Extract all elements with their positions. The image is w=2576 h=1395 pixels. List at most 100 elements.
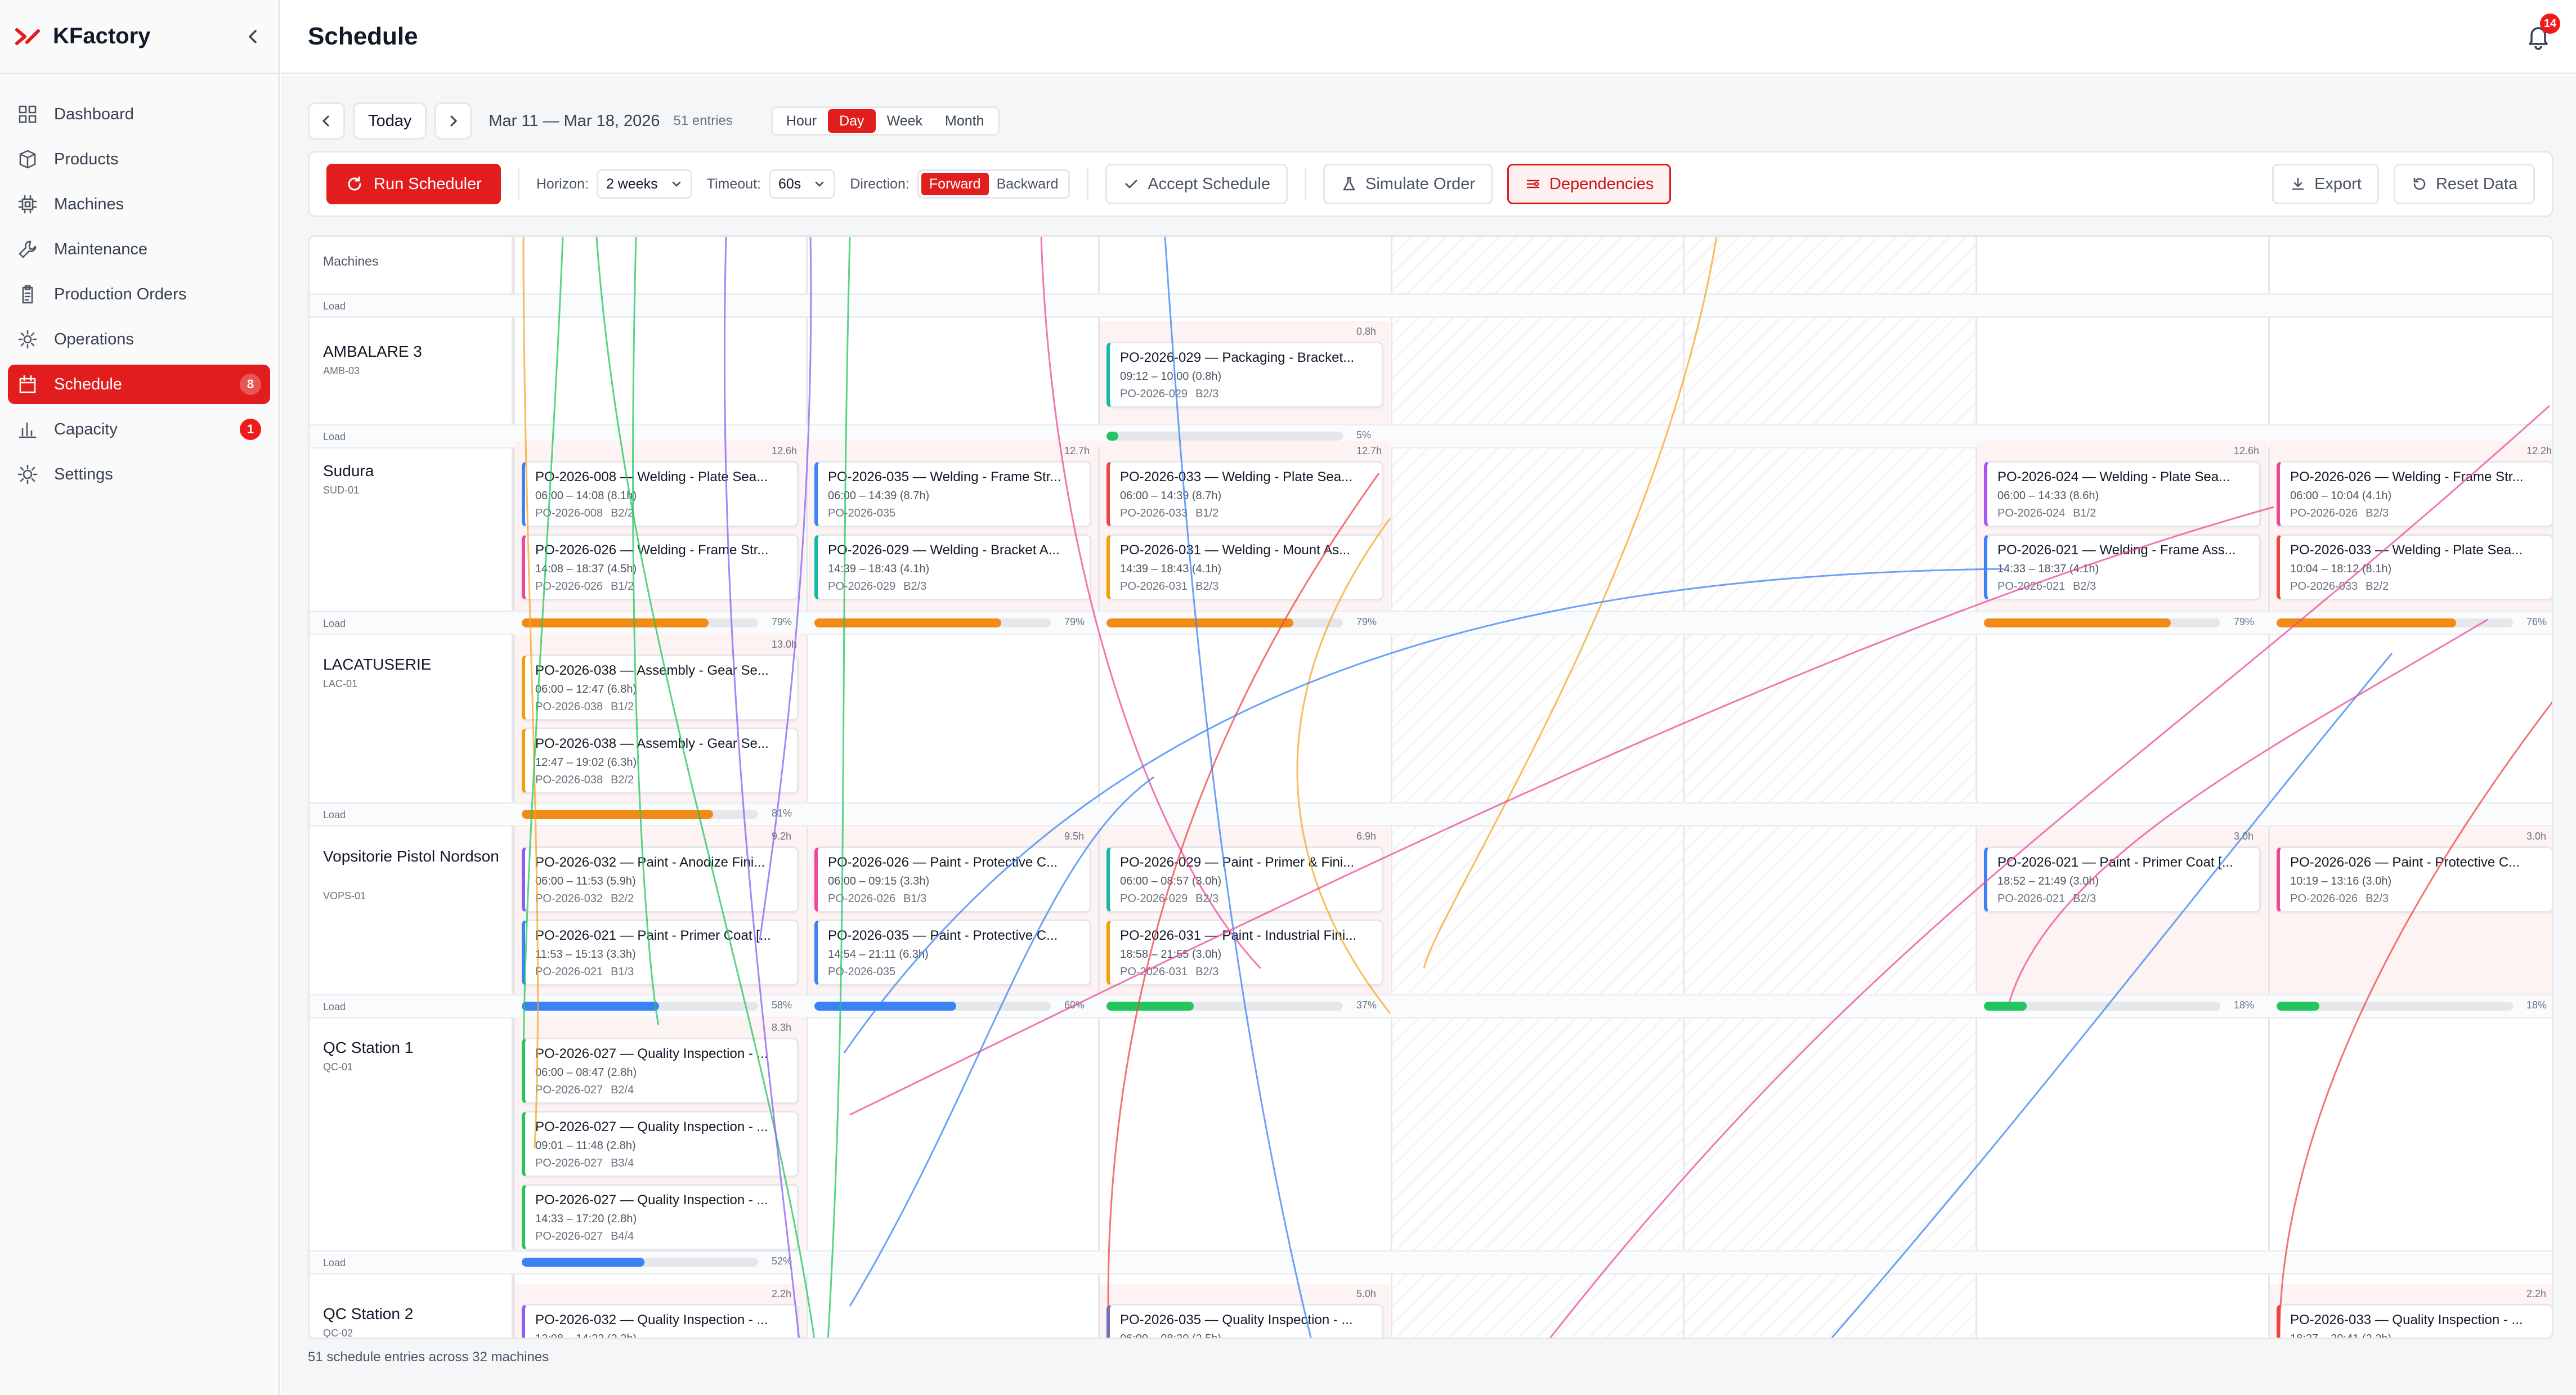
entry-batch: B2/2 [611, 507, 634, 519]
entry-po: PO-2026-038 [535, 774, 603, 786]
schedule-entry-card[interactable]: PO-2026-029 — Welding - Bracket A... 14:3… [814, 534, 1091, 600]
run-scheduler-button[interactable]: Run Scheduler [326, 164, 501, 204]
schedule-entry-card[interactable]: PO-2026-038 — Assembly - Gear Se... 06:00… [522, 654, 799, 721]
cell-total-hours: 6.9h [1356, 831, 1377, 842]
entry-batch: B2/3 [1195, 388, 1219, 400]
sidebar-item-capacity[interactable]: Capacity 1 [8, 410, 270, 449]
entry-title: PO-2026-032 — Paint - Anodize Fini... [535, 855, 765, 870]
schedule-entry-card[interactable]: PO-2026-026 — Paint - Protective C... 06:… [814, 846, 1091, 913]
cell-total-hours: 2.2h [2526, 1288, 2547, 1299]
direction-backward-button[interactable]: Backward [989, 173, 1067, 195]
date-range: Mar 11 — Mar 18, 2026 [489, 111, 660, 130]
schedule-entry-card[interactable]: PO-2026-033 — Quality Inspection - ... 18… [2277, 1304, 2552, 1338]
entry-po: PO-2026-029 [828, 580, 896, 593]
today-button[interactable]: Today [353, 102, 427, 140]
schedule-entry-card[interactable]: PO-2026-026 — Welding - Frame Str... 06:0… [2277, 461, 2552, 527]
machine-code: VOPS-01 [323, 890, 366, 901]
simulate-order-button[interactable]: Simulate Order [1323, 164, 1493, 204]
export-button[interactable]: Export [2272, 164, 2379, 204]
cell-total-hours: 12.6h [2234, 445, 2260, 456]
load-percent: 58% [772, 999, 792, 1011]
entry-batch: B1/2 [1195, 507, 1219, 519]
entry-title: PO-2026-021 — Paint - Primer Coat [... [535, 928, 771, 943]
load-percent: 52% [772, 1255, 792, 1267]
direction-forward-button[interactable]: Forward [921, 173, 989, 195]
view-day-button[interactable]: Day [828, 109, 876, 133]
entry-po: PO-2026-008 [535, 507, 603, 519]
horizon-value: 2 weeks [606, 176, 658, 192]
chevron-down-icon [672, 181, 680, 187]
schedule-entry-card[interactable]: PO-2026-021 — Paint - Primer Coat [... 11… [522, 919, 799, 986]
schedule-entry-card[interactable]: PO-2026-031 — Welding - Mount As... 14:39… [1106, 534, 1383, 600]
collapse-sidebar-icon[interactable] [242, 25, 265, 48]
schedule-entry-card[interactable]: PO-2026-031 — Paint - Industrial Fini...… [1106, 919, 1383, 986]
reset-data-button[interactable]: Reset Data [2393, 164, 2535, 204]
load-percent: 79% [1356, 616, 1377, 627]
weekend-hatch [1685, 237, 1975, 1338]
sidebar-item-label: Machines [54, 195, 124, 213]
schedule-entry-card[interactable]: PO-2026-029 — Packaging - Bracket... 09:1… [1106, 342, 1383, 408]
schedule-entry-card[interactable]: PO-2026-032 — Paint - Anodize Fini... 06:… [522, 846, 799, 913]
schedule-entry-card[interactable]: PO-2026-027 — Quality Inspection - ... 14… [522, 1184, 799, 1250]
dependencies-label: Dependencies [1549, 174, 1654, 193]
accept-schedule-button[interactable]: Accept Schedule [1105, 164, 1288, 204]
sidebar-item-operations[interactable]: Operations [8, 320, 270, 359]
sidebar-item-machines[interactable]: Machines [8, 185, 270, 224]
schedule-entry-card[interactable]: PO-2026-027 — Quality Inspection - ... 09… [522, 1111, 799, 1177]
schedule-entry-card[interactable]: PO-2026-029 — Paint - Primer & Fini... 06… [1106, 846, 1383, 913]
schedule-entry-card[interactable]: PO-2026-033 — Welding - Plate Sea... 10:0… [2277, 534, 2552, 600]
sidebar-item-products[interactable]: Products [8, 140, 270, 179]
sidebar-item-maintenance[interactable]: Maintenance [8, 230, 270, 269]
schedule-entry-card[interactable]: PO-2026-021 — Welding - Frame Ass... 14:3… [1984, 534, 2261, 600]
day-column-divider [1975, 237, 1977, 1338]
schedule-entry-card[interactable]: PO-2026-021 — Paint - Primer Coat [... 18… [1984, 846, 2261, 913]
entry-batch: B2/3 [1195, 966, 1219, 978]
sidebar-item-label: Settings [54, 465, 113, 483]
schedule-entry-card[interactable]: PO-2026-008 — Welding - Plate Sea... 06:0… [522, 461, 799, 527]
sidebar-item-label: Capacity [54, 420, 118, 438]
view-hour-button[interactable]: Hour [775, 109, 828, 133]
entry-title: PO-2026-026 — Paint - Protective C... [2290, 855, 2520, 870]
horizon-select[interactable]: 2 weeks [596, 169, 692, 199]
day-column-divider [2268, 237, 2270, 1338]
schedule-entry-card[interactable]: PO-2026-024 — Welding - Plate Sea... 06:0… [1984, 461, 2261, 527]
entry-po: PO-2026-021 [535, 966, 603, 978]
schedule-entry-card[interactable]: PO-2026-033 — Welding - Plate Sea... 06:0… [1106, 461, 1383, 527]
timeout-select[interactable]: 60s [768, 169, 836, 199]
notifications-button[interactable]: 14 [2524, 14, 2560, 51]
sidebar-item-dashboard[interactable]: Dashboard [8, 95, 270, 134]
machine-code: LAC-01 [323, 678, 358, 689]
sidebar: KFactory Dashboard Products Machines Mainte… [0, 0, 280, 1395]
schedule-entry-card[interactable]: PO-2026-026 — Paint - Protective C... 10:… [2277, 846, 2552, 913]
dependencies-toggle-button[interactable]: Dependencies [1507, 164, 1672, 204]
entry-po: PO-2026-029 [1120, 388, 1188, 400]
machine-code: AMB-03 [323, 365, 360, 376]
view-week-button[interactable]: Week [876, 109, 934, 133]
schedule-entry-card[interactable]: PO-2026-038 — Assembly - Gear Se... 12:47… [522, 728, 799, 794]
schedule-entry-card[interactable]: PO-2026-026 — Welding - Frame Str... 14:0… [522, 534, 799, 600]
load-row: Load [310, 293, 2552, 318]
entry-batch: B2/3 [1195, 580, 1219, 593]
entry-title: PO-2026-026 — Welding - Frame Str... [2290, 469, 2524, 485]
next-period-button[interactable] [434, 102, 472, 140]
schedule-entry-card[interactable]: PO-2026-035 — Paint - Protective C... 14:… [814, 919, 1091, 986]
entry-po: PO-2026-027 [535, 1157, 603, 1169]
schedule-entry-card[interactable]: PO-2026-035 — Welding - Frame Str... 06:0… [814, 461, 1091, 527]
schedule-entry-card[interactable]: PO-2026-032 — Quality Inspection - ... 12… [522, 1304, 799, 1338]
view-month-button[interactable]: Month [934, 109, 995, 133]
entry-time: 06:00 – 14:39 (8.7h) [1120, 490, 1222, 502]
timeout-label: Timeout: [706, 176, 761, 192]
load-bar-fill [1106, 618, 1293, 627]
entry-time: 06:00 – 14:08 (8.1h) [535, 490, 637, 502]
prev-period-button[interactable] [308, 102, 345, 140]
load-bar [1106, 618, 1343, 627]
schedule-entry-card[interactable]: PO-2026-027 — Quality Inspection - ... 06… [522, 1038, 799, 1104]
weekend-hatch [1392, 237, 1683, 1338]
schedule-entry-card[interactable]: PO-2026-035 — Quality Inspection - ... 06… [1106, 1304, 1383, 1338]
sidebar-item-settings[interactable]: Settings [8, 455, 270, 494]
sidebar-item-schedule[interactable]: Schedule 8 [8, 365, 270, 404]
cog-icon [18, 330, 37, 349]
cell-total-hours: 2.2h [772, 1288, 792, 1299]
entry-time: 09:01 – 11:48 (2.8h) [535, 1140, 636, 1152]
sidebar-item-production-orders[interactable]: Production Orders [8, 275, 270, 314]
